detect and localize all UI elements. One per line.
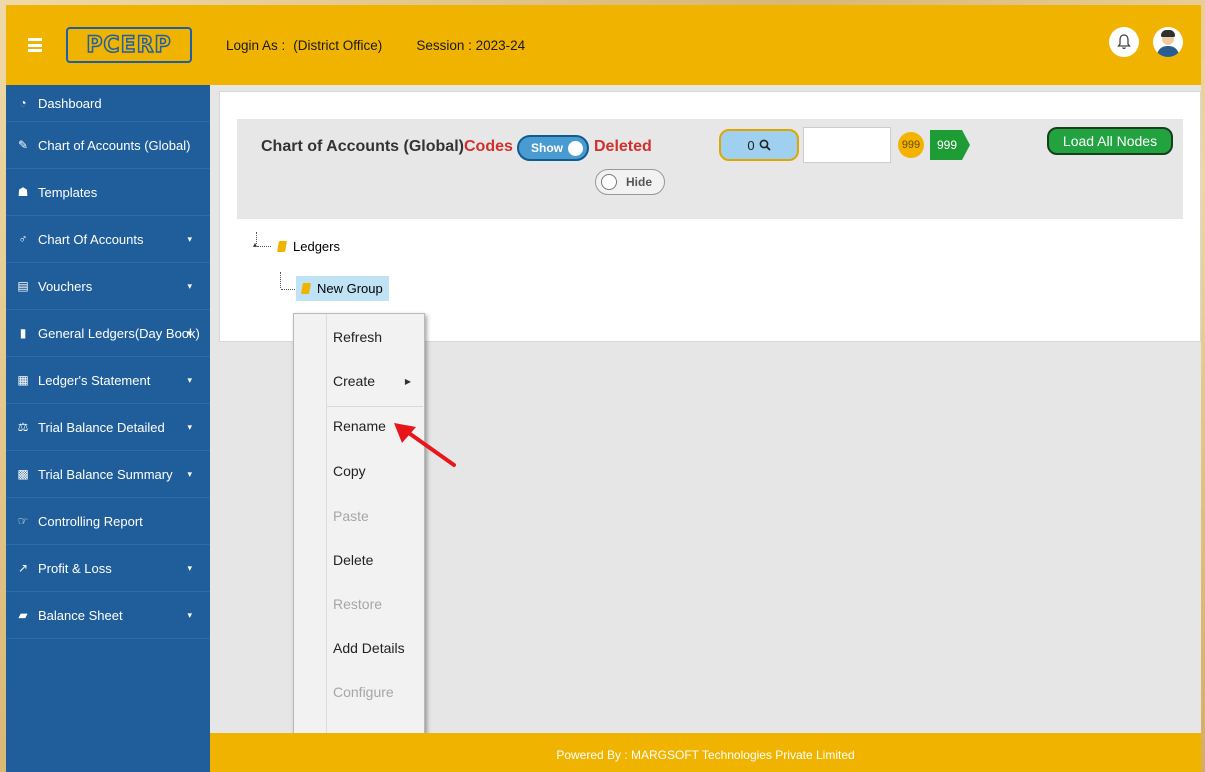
hand-pointer-icon: ☞ bbox=[17, 514, 29, 528]
sidebar-item-label: Dashboard bbox=[38, 95, 102, 111]
sidebar-item-label: Ledger's Statement bbox=[38, 372, 151, 388]
menu-item-refresh[interactable]: Refresh bbox=[333, 329, 382, 345]
sidebar-item-profit-loss[interactable]: ↗ Profit & Loss ▾ bbox=[6, 545, 210, 592]
sidebar-item-label: Templates bbox=[38, 184, 98, 200]
chevron-down-icon: ▾ bbox=[187, 609, 192, 620]
dashboard-icon: ◔ bbox=[19, 96, 27, 110]
chevron-down-icon: ▾ bbox=[187, 327, 192, 338]
chevron-down-icon: ▾ bbox=[187, 562, 192, 573]
gender-icon: ♂ bbox=[18, 232, 28, 246]
submenu-arrow-icon: ▶ bbox=[404, 377, 411, 386]
deleted-hide-toggle[interactable]: Hide bbox=[595, 169, 665, 195]
sidebar-item-label: Vouchers bbox=[38, 278, 93, 294]
sidebar-item-chart-of-accounts-global[interactable]: ✎ Chart of Accounts (Global) bbox=[6, 122, 210, 169]
tree-node-ledgers[interactable]: Ledgers bbox=[277, 239, 340, 254]
codes-label: Codes bbox=[464, 138, 513, 155]
sidebar-item-controlling-report[interactable]: ☞ Controlling Report bbox=[6, 498, 210, 545]
search-button[interactable]: 0 bbox=[719, 129, 799, 161]
search-icon bbox=[759, 139, 771, 151]
login-info: Login As : (District Office) Session : 2… bbox=[226, 38, 525, 53]
sidebar-item-balance-sheet[interactable]: ▰ Balance Sheet ▾ bbox=[6, 592, 210, 639]
sidebar-item-label: Balance Sheet bbox=[38, 607, 123, 623]
menu-item-rename[interactable]: Rename bbox=[333, 418, 386, 434]
folder-icon bbox=[277, 241, 287, 252]
scale-icon: ⚖ bbox=[17, 420, 29, 434]
sidebar: ◔ Dashboard ✎ Chart of Accounts (Global) ☗ Te… bbox=[6, 85, 210, 772]
chevron-down-icon: ▾ bbox=[187, 233, 192, 244]
chevron-down-icon: ▾ bbox=[187, 280, 192, 291]
sitemap-icon: ☗ bbox=[17, 185, 29, 199]
login-value: (District Office) bbox=[293, 37, 383, 53]
sidebar-item-ledger-s-statement[interactable]: ▦ Ledger's Statement ▾ bbox=[6, 357, 210, 404]
sidebar-item-dashboard[interactable]: ◔ Dashboard bbox=[6, 85, 210, 122]
sidebar-item-label: Profit & Loss bbox=[38, 560, 112, 576]
wrench-icon: ✎ bbox=[17, 138, 29, 152]
load-all-nodes-button[interactable]: Load All Nodes bbox=[1047, 127, 1173, 155]
chart-of-accounts-panel: Chart of Accounts (Global) Codes Show De… bbox=[219, 91, 1201, 342]
tree-node-label: Ledgers bbox=[293, 239, 340, 254]
accounts-toolbar: Chart of Accounts (Global) Codes Show De… bbox=[237, 119, 1183, 219]
calculator-icon: ▩ bbox=[17, 467, 29, 481]
menu-item-delete[interactable]: Delete bbox=[333, 552, 373, 568]
sidebar-item-trial-balance-summary[interactable]: ▩ Trial Balance Summary ▾ bbox=[6, 451, 210, 498]
sidebar-item-label: General Ledgers(Day Book) bbox=[38, 325, 200, 341]
chevron-down-icon: ▾ bbox=[187, 468, 192, 479]
tree-node-label: New Group bbox=[317, 281, 383, 296]
chart-icon: ↗ bbox=[17, 561, 29, 575]
notification-bell-icon[interactable] bbox=[1109, 27, 1139, 57]
sidebar-item-label: Chart of Accounts (Global) bbox=[38, 137, 191, 153]
sidebar-item-templates[interactable]: ☗ Templates bbox=[6, 169, 210, 216]
toggle-knob bbox=[601, 174, 617, 190]
sidebar-item-trial-balance-detailed[interactable]: ⚖ Trial Balance Detailed ▾ bbox=[6, 404, 210, 451]
tree-connector bbox=[280, 272, 281, 288]
header-actions bbox=[1109, 27, 1183, 57]
sidebar-item-label: Trial Balance Detailed bbox=[38, 419, 165, 435]
page-title: Chart of Accounts (Global) bbox=[261, 138, 464, 155]
menu-item-label: Create bbox=[333, 373, 376, 389]
sidebar-item-vouchers[interactable]: ▤ Vouchers ▾ bbox=[6, 263, 210, 310]
session-label: Session : 2023-24 bbox=[416, 37, 526, 53]
tree-connector bbox=[281, 289, 295, 290]
hamburger-menu-icon[interactable] bbox=[28, 38, 42, 52]
menu-item-configure: Configure bbox=[333, 684, 394, 700]
show-toggle-label: Show bbox=[531, 141, 563, 155]
hide-toggle-label: Hide bbox=[626, 175, 653, 189]
sidebar-item-chart-of-accounts[interactable]: ♂ Chart Of Accounts ▾ bbox=[6, 216, 210, 263]
search-input[interactable] bbox=[803, 127, 891, 163]
sidebar-item-general-ledgers-day-book[interactable]: ▮ General Ledgers(Day Book) ▾ bbox=[6, 310, 210, 357]
toggle-knob bbox=[568, 141, 583, 156]
codes-show-toggle[interactable]: Show bbox=[517, 135, 589, 161]
chevron-down-icon: ▾ bbox=[187, 421, 192, 432]
app-window: PCERP Login As : (District Office) Sessi… bbox=[6, 5, 1201, 772]
deleted-label: Deleted bbox=[594, 138, 652, 155]
book-icon: ▮ bbox=[19, 326, 27, 340]
footer: Powered By : MARGSOFT Technologies Priva… bbox=[210, 733, 1201, 772]
voucher-icon: ▤ bbox=[17, 279, 29, 293]
search-count: 0 bbox=[747, 137, 755, 153]
document-icon: ▦ bbox=[17, 373, 29, 387]
login-label: Login As : bbox=[226, 37, 286, 53]
menu-item-create[interactable]: Create ▶ bbox=[333, 373, 419, 389]
tree-expand-icon[interactable]: ▴ bbox=[253, 240, 257, 249]
count-badge-yellow: 999 bbox=[898, 132, 924, 158]
briefcase-icon: ▰ bbox=[18, 608, 28, 622]
menu-item-copy[interactable]: Copy bbox=[333, 463, 366, 479]
sidebar-item-label: Controlling Report bbox=[38, 513, 143, 529]
chevron-down-icon: ▾ bbox=[187, 374, 192, 385]
context-menu: Refresh Create ▶ Rename Copy Paste Delet… bbox=[293, 313, 425, 742]
top-bar: PCERP Login As : (District Office) Sessi… bbox=[6, 5, 1201, 85]
menu-item-restore: Restore bbox=[333, 596, 383, 612]
annotation-arrow-icon bbox=[394, 423, 456, 467]
menu-item-paste: Paste bbox=[333, 508, 369, 524]
folder-icon bbox=[301, 283, 311, 294]
count-badge-green: 999 bbox=[930, 130, 970, 160]
app-logo: PCERP bbox=[66, 27, 192, 63]
sidebar-item-label: Trial Balance Summary bbox=[38, 466, 173, 482]
menu-separator bbox=[327, 406, 423, 407]
menu-item-add-details[interactable]: Add Details bbox=[333, 640, 405, 656]
sidebar-item-label: Chart Of Accounts bbox=[38, 231, 144, 247]
user-avatar[interactable] bbox=[1153, 27, 1183, 57]
tree-connector bbox=[257, 246, 271, 247]
tree-node-new-group[interactable]: New Group bbox=[296, 276, 389, 301]
